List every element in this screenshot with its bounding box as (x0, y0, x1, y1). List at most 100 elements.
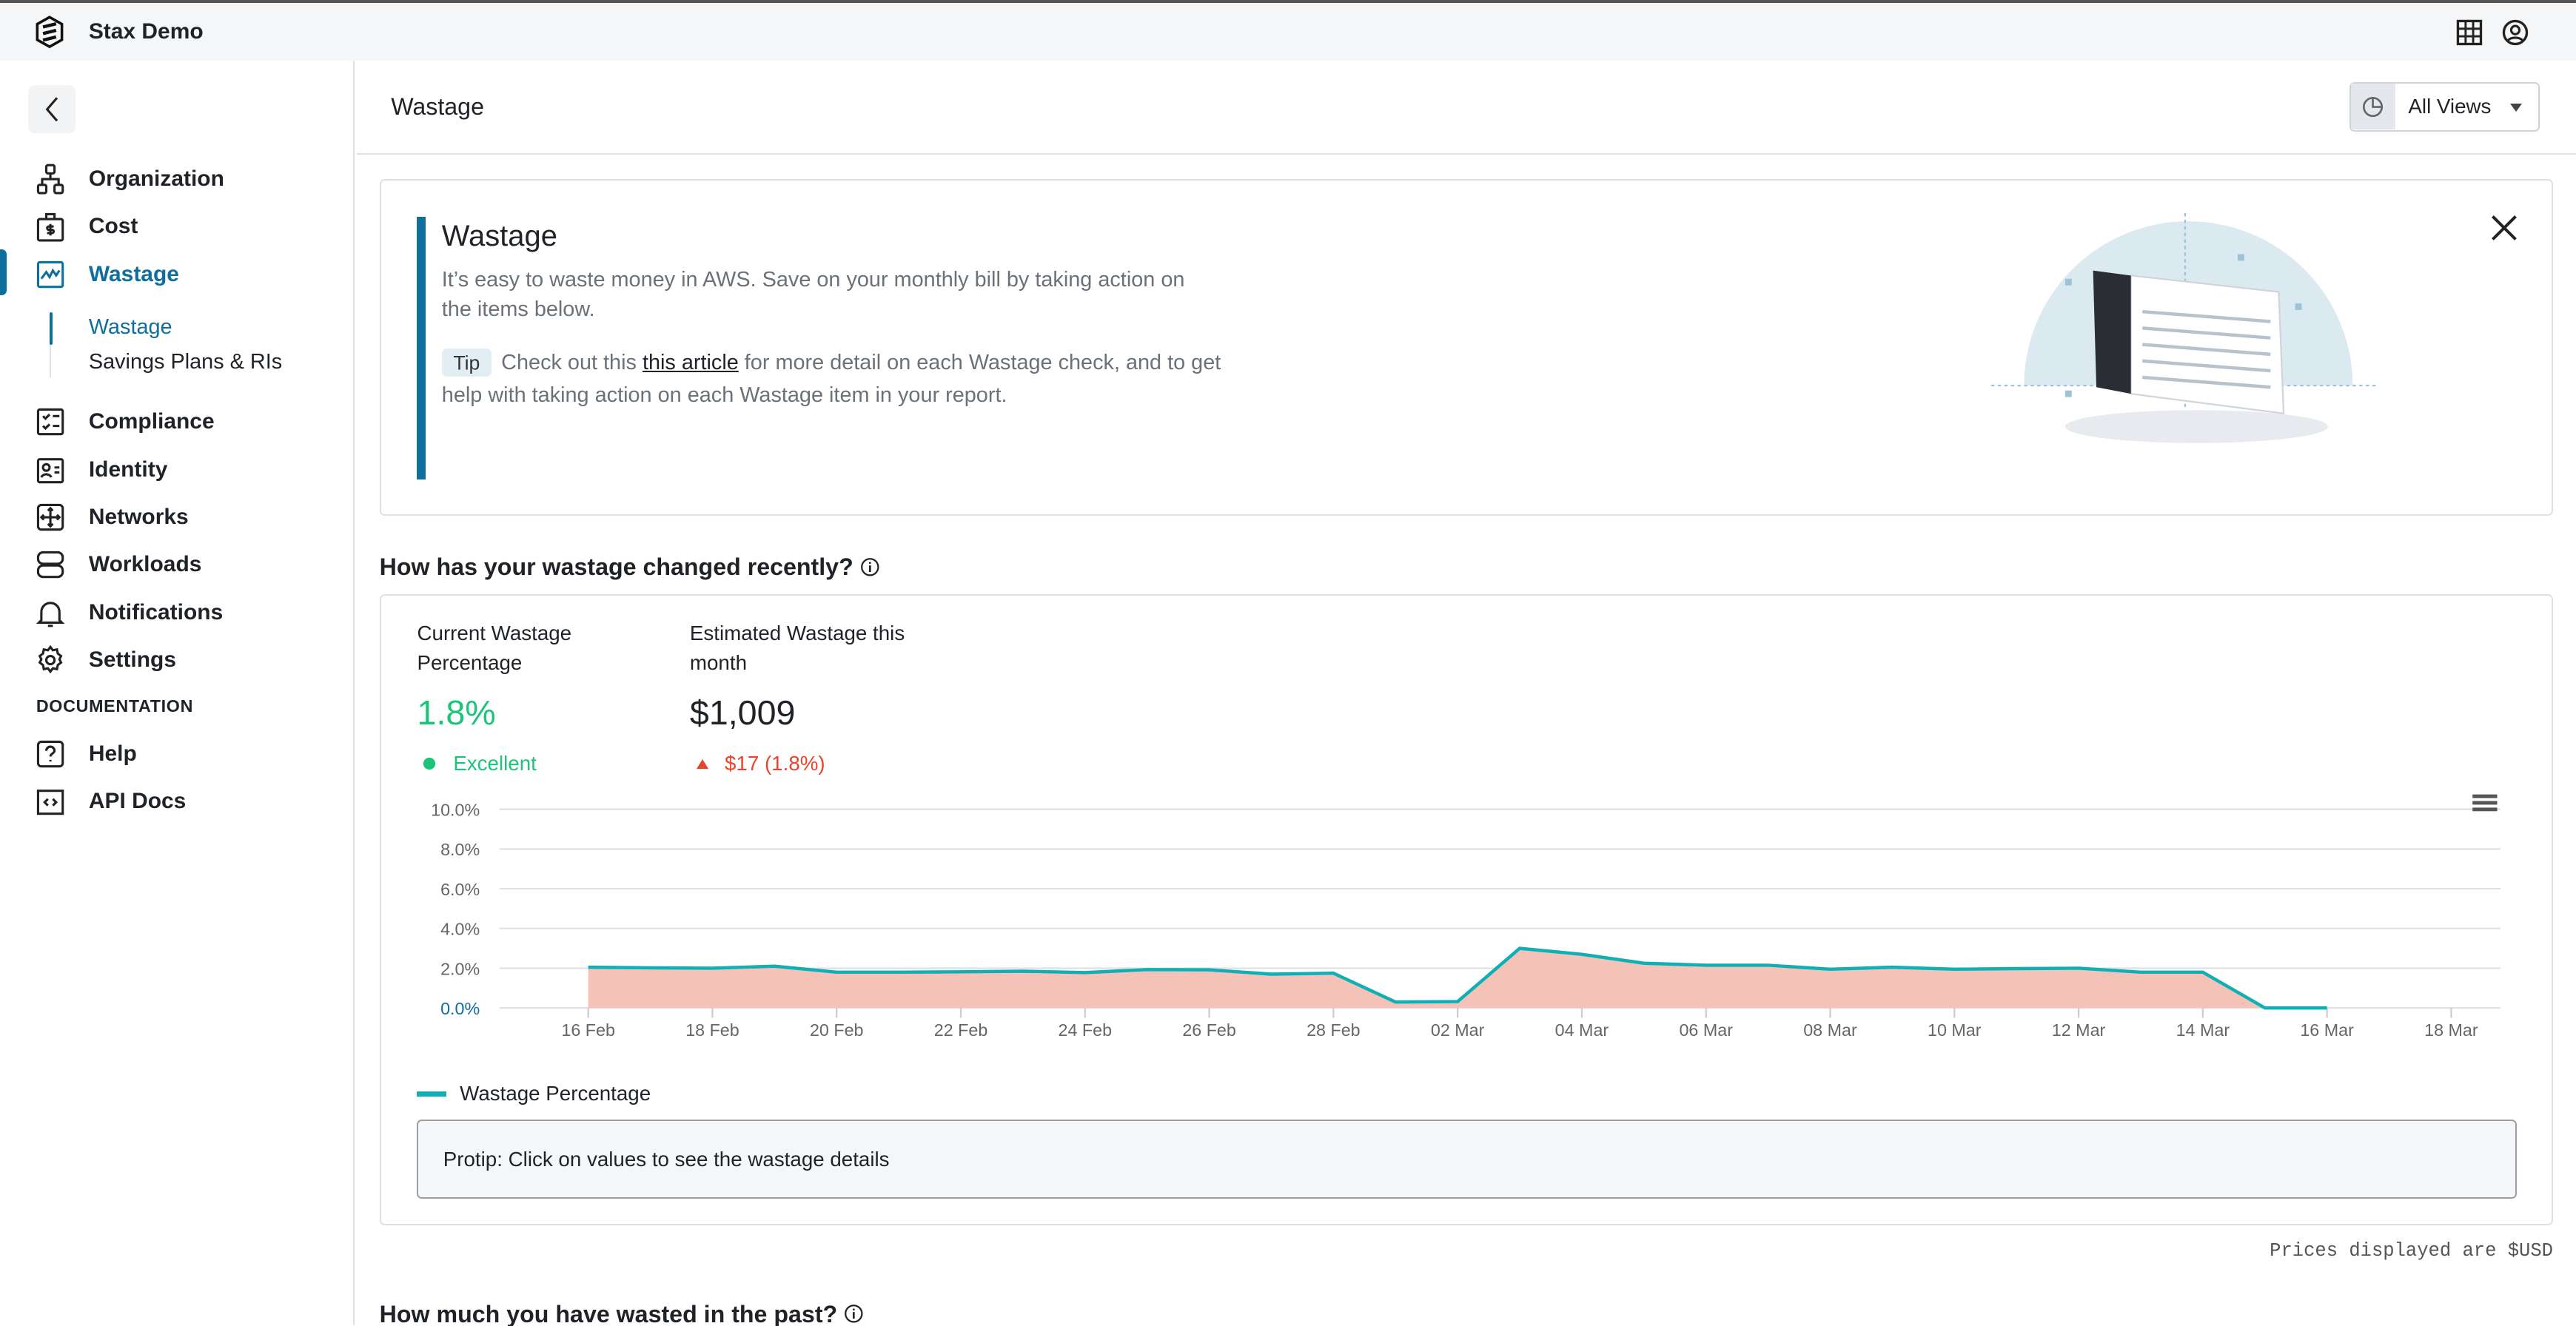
article-link[interactable]: this article (643, 351, 739, 374)
x-tick-label: 16 Mar (2300, 1020, 2354, 1040)
sidebar-item-wastage[interactable]: Wastage (0, 255, 355, 294)
x-tick-label: 02 Mar (1431, 1020, 1485, 1040)
legend-swatch (417, 1091, 447, 1097)
data-point[interactable] (1763, 960, 1773, 970)
data-point[interactable] (893, 967, 903, 977)
y-tick-label: 0.0% (440, 999, 480, 1018)
info-banner: Wastage It’s easy to waste money in AWS.… (379, 178, 2553, 516)
y-tick-label: 2.0% (440, 960, 480, 979)
collapse-sidebar-button[interactable] (27, 85, 76, 133)
data-point[interactable] (831, 967, 841, 977)
sidebar-item-cost[interactable]: Cost (0, 207, 355, 246)
data-point[interactable] (583, 963, 593, 972)
data-point[interactable] (2073, 963, 2083, 973)
page-header: Wastage All Views (356, 61, 2576, 155)
data-point[interactable] (2136, 967, 2145, 977)
data-point[interactable] (1701, 960, 1711, 970)
sidebar-item-label: Networks (88, 505, 189, 530)
data-point[interactable] (1080, 968, 1090, 977)
chart-legend[interactable]: Wastage Percentage (417, 1082, 651, 1105)
subnav-wastage[interactable]: Wastage (89, 315, 172, 340)
sidebar-item-label: Wastage (88, 261, 179, 286)
views-label: All Views (2408, 95, 2492, 118)
arrow-up-icon (696, 759, 708, 769)
views-dropdown[interactable]: All Views (2349, 81, 2540, 132)
data-point[interactable] (645, 963, 655, 973)
sidebar-item-label: Cost (88, 214, 138, 239)
x-tick-label: 08 Mar (1803, 1020, 1857, 1040)
sidebar: Organization Cost Wastage Compliance Identit… (0, 61, 355, 1326)
data-point[interactable] (956, 967, 965, 977)
data-point[interactable] (1142, 965, 1152, 975)
pie-chart-icon (2363, 96, 2384, 117)
info-icon[interactable] (844, 1304, 864, 1324)
sidebar-item-settings[interactable]: Settings (0, 641, 355, 680)
data-point[interactable] (1204, 965, 1214, 975)
y-tick-label: 8.0% (440, 840, 480, 859)
subnav-active-bar (49, 312, 53, 346)
sidebar-item-label: Identity (88, 457, 168, 482)
sidebar-item-networks[interactable]: Networks (0, 497, 355, 536)
data-point[interactable] (1452, 997, 1462, 1006)
data-point[interactable] (1949, 964, 1959, 974)
status-badge: Excellent (423, 752, 537, 775)
server-icon (36, 551, 64, 579)
sidebar-item-api-docs[interactable]: API Docs (0, 781, 355, 821)
current-wastage-label: Current Wastage Percentage (417, 622, 572, 675)
documentation-heading: DOCUMENTATION (36, 696, 194, 716)
sidebar-item-label: Notifications (88, 599, 224, 625)
user-account-icon[interactable] (2500, 18, 2530, 47)
sidebar-item-identity[interactable]: Identity (0, 450, 355, 489)
data-point[interactable] (1639, 958, 1648, 968)
sidebar-item-compliance[interactable]: Compliance (0, 403, 355, 442)
wastage-chart-icon (36, 260, 64, 288)
data-point[interactable] (1018, 966, 1027, 976)
data-point[interactable] (2260, 1003, 2270, 1013)
sidebar-item-label: Workloads (88, 552, 202, 577)
banner-tip: Tip Check out this this article for more … (441, 346, 1230, 412)
banner-description: It’s easy to waste money in AWS. Save on… (441, 268, 1185, 322)
data-point[interactable] (1328, 969, 1338, 978)
sidebar-item-help[interactable]: Help (0, 734, 355, 773)
data-point[interactable] (1266, 969, 1275, 979)
data-point[interactable] (2011, 964, 2021, 974)
data-point[interactable] (1515, 943, 1524, 953)
info-icon[interactable] (860, 557, 880, 577)
sidebar-item-notifications[interactable]: Notifications (0, 593, 355, 632)
data-point[interactable] (1825, 964, 1835, 974)
data-point[interactable] (1577, 949, 1586, 959)
banner-title: Wastage (441, 220, 557, 253)
y-tick-label: 4.0% (440, 920, 480, 939)
page-title: Wastage (391, 93, 484, 121)
data-point[interactable] (707, 963, 717, 973)
stax-logo-icon (36, 16, 63, 49)
change-text: $17 (1.8%) (724, 752, 825, 775)
x-tick-label: 20 Feb (810, 1020, 864, 1040)
x-tick-label: 10 Mar (1928, 1020, 1982, 1040)
subnav-line (49, 345, 51, 378)
section-title-text: How has your wastage changed recently? (379, 553, 853, 580)
x-tick-label: 14 Mar (2176, 1020, 2230, 1040)
dashboard-illustration (1990, 213, 2378, 443)
sidebar-item-organization[interactable]: Organization (0, 159, 355, 198)
caret-down-icon (2509, 103, 2522, 112)
data-point[interactable] (1390, 997, 1400, 1007)
sidebar-item-workloads[interactable]: Workloads (0, 545, 355, 585)
api-docs-icon (36, 790, 64, 815)
x-tick-label: 28 Feb (1307, 1020, 1361, 1040)
wastage-chart[interactable]: 0.0% 2.0% 4.0% 6.0% 8.0% 10.0% 16 Feb 18 Feb 20 … (381, 790, 2555, 1060)
app-title: Stax Demo (88, 19, 204, 44)
subnav-savings-plans[interactable]: Savings Plans & RIs (89, 350, 282, 374)
chart-menu-icon[interactable] (2472, 794, 2498, 812)
data-point[interactable] (769, 961, 779, 971)
sidebar-item-label: Settings (88, 647, 177, 673)
data-point[interactable] (2322, 1003, 2332, 1013)
close-icon[interactable] (2489, 213, 2519, 243)
apps-grid-icon[interactable] (2455, 18, 2484, 47)
data-point[interactable] (2198, 967, 2207, 977)
data-point[interactable] (1887, 963, 1896, 972)
cost-bag-icon (36, 213, 64, 242)
sidebar-item-label: Organization (88, 166, 224, 191)
protip-box: Protip: Click on values to see the wasta… (417, 1120, 2517, 1199)
x-tick-label: 06 Mar (1679, 1020, 1733, 1040)
